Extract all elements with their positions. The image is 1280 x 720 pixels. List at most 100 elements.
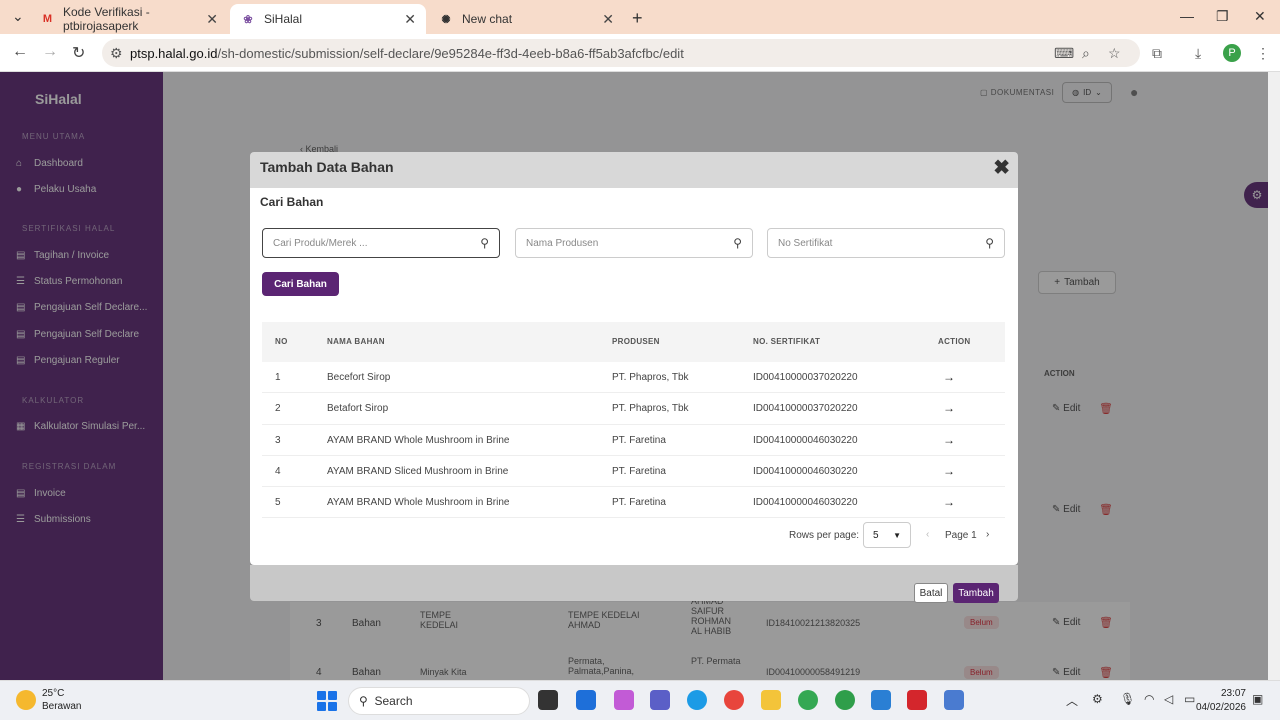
chatgpt-icon: ✺	[441, 13, 451, 26]
restore-icon[interactable]: ❐	[1216, 8, 1229, 25]
snipping-tool-icon[interactable]	[944, 690, 964, 710]
tab-new-chat[interactable]: ✺ New chat ✕	[428, 4, 624, 34]
new-tab-icon[interactable]: +	[632, 8, 643, 29]
rows-per-page-value: 5	[873, 529, 879, 541]
modal-body: Cari Bahan ⚲ ⚲ ⚲ Cari Bahan NO NAMA BAHA…	[250, 188, 1018, 565]
page-scrollbar[interactable]	[1268, 72, 1280, 680]
windows-start-icon[interactable]	[317, 691, 337, 711]
select-arrow-icon[interactable]: →	[943, 370, 955, 384]
system-clock[interactable]: 23:07 04/02/2026	[1196, 687, 1246, 715]
tab-gmail[interactable]: M Kode Verifikasi - ptbirojasaperk ✕	[30, 4, 228, 34]
zoom-icon[interactable]: ⌕	[1082, 45, 1090, 62]
col-no: NO	[275, 337, 288, 346]
submit-button[interactable]: Tambah	[953, 583, 999, 603]
wifi-icon[interactable]: ◠	[1144, 692, 1154, 706]
close-icon[interactable]: ✕	[602, 11, 614, 28]
tray-app-icon[interactable]: ⚙	[1092, 692, 1103, 706]
close-window-icon[interactable]: ✕	[1254, 8, 1266, 25]
extensions-icon[interactable]: ⧉	[1152, 45, 1162, 62]
cell-producer: PT. Phapros, Tbk	[612, 403, 689, 415]
select-arrow-icon[interactable]: →	[943, 464, 955, 478]
table-row: 1 Becefort Sirop PT. Phapros, Tbk ID0041…	[262, 362, 1005, 394]
search-icon[interactable]: ⚲	[733, 236, 742, 250]
cert-search-input[interactable]	[778, 237, 968, 249]
pdf-reader-icon[interactable]	[907, 690, 927, 710]
close-icon[interactable]: ✕	[404, 11, 416, 28]
search-material-button[interactable]: Cari Bahan	[262, 272, 339, 296]
microphone-icon[interactable]: 🎙	[1120, 692, 1135, 706]
tab-sihalal[interactable]: ❀ SiHalal ✕	[230, 4, 426, 34]
cancel-button[interactable]: Batal	[914, 583, 948, 603]
cell-producer: PT. Faretina	[612, 497, 666, 509]
col-name: NAMA BAHAN	[327, 337, 385, 346]
table-header: NO NAMA BAHAN PRODUSEN NO. SERTIFIKAT AC…	[262, 322, 1005, 362]
copilot-icon[interactable]	[614, 690, 634, 710]
chrome-active-icon[interactable]	[835, 690, 855, 710]
search-icon[interactable]: ⚲	[480, 236, 489, 250]
cell-name: AYAM BRAND Whole Mushroom in Brine	[327, 434, 510, 446]
modal-header: Tambah Data Bahan ✖	[250, 152, 1018, 188]
menu-kebab-icon[interactable]: ⋮	[1256, 45, 1270, 62]
table-row: 4 AYAM BRAND Sliced Mushroom in Brine PT…	[262, 456, 1005, 488]
cell-cert: ID00410000037020220	[753, 372, 858, 383]
task-view-icon[interactable]	[538, 690, 558, 710]
profile-avatar[interactable]: P	[1223, 44, 1241, 62]
rows-per-page-select[interactable]: 5 ▼	[863, 522, 911, 548]
chrome-icon[interactable]	[724, 690, 744, 710]
cert-search-field[interactable]: ⚲	[767, 228, 1005, 258]
tab-title: SiHalal	[264, 12, 303, 26]
cell-cert: ID00410000046030220	[753, 497, 858, 509]
file-explorer-icon[interactable]	[761, 690, 781, 710]
url-field[interactable]: ptsp.halal.go.id/sh-domestic/submission/…	[102, 39, 1140, 67]
producer-search-field[interactable]: ⚲	[515, 228, 753, 258]
download-icon[interactable]: ⤓	[1195, 45, 1201, 62]
bookmark-star-icon[interactable]: ☆	[1108, 45, 1121, 62]
rows-per-page-label: Rows per page:	[789, 530, 860, 541]
weather-widget[interactable]: 25°C Berawan	[16, 687, 81, 713]
forward-icon[interactable]: →	[42, 43, 58, 61]
chrome-profile-icon[interactable]	[798, 690, 818, 710]
notification-icon[interactable]: ▣	[1252, 692, 1263, 706]
clock-date: 04/02/2026	[1195, 702, 1246, 713]
browser-tab-bar: ⌄ M Kode Verifikasi - ptbirojasaperk ✕ ❀…	[0, 0, 1280, 34]
reload-icon[interactable]: ↻	[72, 43, 85, 63]
producer-search-input[interactable]	[526, 237, 716, 249]
tab-title: Kode Verifikasi - ptbirojasaperk	[63, 5, 150, 33]
col-producer: PRODUSEN	[612, 337, 660, 346]
modal-footer: Batal Tambah	[250, 565, 1018, 603]
photos-icon[interactable]	[871, 690, 891, 710]
select-arrow-icon[interactable]: →	[943, 401, 955, 415]
minimize-icon[interactable]: —	[1180, 8, 1194, 24]
close-icon[interactable]: ✖	[993, 155, 1010, 180]
select-arrow-icon[interactable]: →	[943, 495, 955, 509]
modal-title: Tambah Data Bahan	[260, 159, 394, 175]
product-search-field[interactable]: ⚲	[262, 228, 500, 258]
tab-title: New chat	[462, 12, 513, 26]
cell-producer: PT. Faretina	[612, 465, 666, 477]
volume-icon[interactable]: ◁	[1164, 692, 1173, 706]
cell-no: 4	[275, 465, 281, 477]
cell-cert: ID00410000046030220	[753, 434, 858, 446]
web-page: SiHalal MENU UTAMA ⌂ Dashboard ● Pelaku Us…	[0, 72, 1268, 680]
tab-search-icon[interactable]: ⌄	[12, 8, 24, 25]
site-info-icon[interactable]: ⚙	[110, 45, 123, 62]
search-icon[interactable]: ⚲	[985, 236, 994, 250]
prev-page-icon[interactable]: ‹	[926, 529, 929, 540]
cell-cert: ID00410000046030220	[753, 465, 858, 477]
translate-icon[interactable]: ⌨	[1054, 45, 1074, 62]
materials-table: NO NAMA BAHAN PRODUSEN NO. SERTIFIKAT AC…	[262, 322, 1005, 519]
select-arrow-icon[interactable]: →	[943, 433, 955, 447]
product-search-input[interactable]	[273, 237, 463, 249]
url-path: /sh-domestic/submission/self-declare/9e9…	[217, 45, 684, 61]
taskbar-search[interactable]: ⚲ Search	[348, 687, 530, 715]
cell-name: AYAM BRAND Whole Mushroom in Brine	[327, 497, 510, 509]
edge-icon[interactable]	[687, 690, 707, 710]
tray-chevron-icon[interactable]: ︿	[1066, 692, 1078, 709]
caret-down-icon: ▼	[893, 530, 901, 540]
next-page-icon[interactable]: ›	[986, 529, 989, 540]
back-icon[interactable]: ←	[12, 43, 28, 61]
store-icon[interactable]	[576, 690, 596, 710]
close-icon[interactable]: ✕	[206, 11, 218, 28]
teams-icon[interactable]	[650, 690, 670, 710]
page-label: Page 1	[945, 530, 977, 541]
